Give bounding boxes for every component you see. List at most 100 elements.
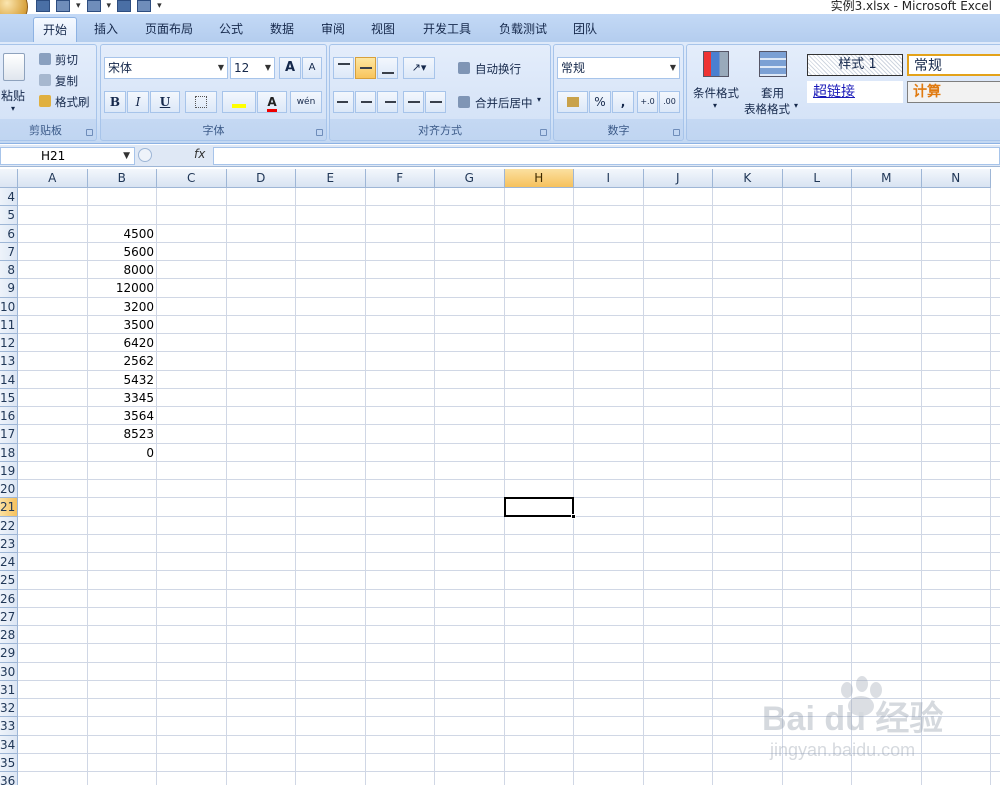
row-header-24[interactable]: 24 xyxy=(0,553,18,572)
column-header-k[interactable]: K xyxy=(713,169,783,188)
column-header-c[interactable]: C xyxy=(157,169,227,188)
decrease-decimal-button[interactable]: .00 xyxy=(659,91,680,113)
quick-print-icon[interactable] xyxy=(137,0,152,12)
row-header-31[interactable]: 31 xyxy=(0,680,18,699)
column-header-h[interactable]: H xyxy=(504,169,574,188)
row-header-34[interactable]: 34 xyxy=(0,735,18,754)
row-header-7[interactable]: 7 xyxy=(0,242,18,261)
column-header-a[interactable]: A xyxy=(18,169,88,188)
print-preview-icon[interactable] xyxy=(117,0,132,12)
row-header-17[interactable]: 17 xyxy=(0,425,18,444)
tab-page-layout[interactable]: 页面布局 xyxy=(137,17,201,42)
underline-button[interactable]: U xyxy=(150,91,180,113)
wrap-text-button[interactable]: 自动换行 xyxy=(475,61,521,77)
row-header-5[interactable]: 5 xyxy=(0,206,18,225)
font-color-button[interactable]: A xyxy=(257,91,287,113)
row-header-23[interactable]: 23 xyxy=(0,534,18,553)
row-header-22[interactable]: 22 xyxy=(0,516,18,535)
tab-insert[interactable]: 插入 xyxy=(85,17,127,42)
cell-b10[interactable]: 3200 xyxy=(88,298,154,316)
save-icon[interactable] xyxy=(36,0,50,12)
column-header-d[interactable]: D xyxy=(226,169,296,188)
orientation-button[interactable]: ↗▾ xyxy=(403,57,435,79)
phonetic-button[interactable]: wén xyxy=(290,91,322,113)
cell-b17[interactable]: 8523 xyxy=(88,425,154,443)
hyperlink-style-cell[interactable]: 超链接 xyxy=(807,81,903,103)
comma-button[interactable]: , xyxy=(612,91,634,113)
borders-button[interactable] xyxy=(185,91,217,113)
row-header-18[interactable]: 18 xyxy=(0,443,18,462)
row-header-11[interactable]: 11 xyxy=(0,315,18,334)
column-header-n[interactable]: N xyxy=(921,169,991,188)
tab-developer[interactable]: 开发工具 xyxy=(413,17,481,42)
row-header-36[interactable]: 36 xyxy=(0,772,18,785)
number-format-select[interactable]: 常规 ▼ xyxy=(557,57,680,79)
active-cell-highlight[interactable] xyxy=(503,497,574,517)
font-name-select[interactable]: 宋体 ▼ xyxy=(104,57,228,79)
align-left-button[interactable] xyxy=(333,91,354,113)
conditional-format-button[interactable]: 条件格式 ▾ xyxy=(689,49,745,115)
format-painter-icon[interactable] xyxy=(39,95,51,107)
normal-style-cell[interactable]: 常规 xyxy=(907,54,1000,76)
row-header-13[interactable]: 13 xyxy=(0,352,18,371)
clipboard-dialog-launcher[interactable] xyxy=(86,129,93,136)
row-header-9[interactable]: 9 xyxy=(0,279,18,298)
row-header-25[interactable]: 25 xyxy=(0,571,18,590)
font-dialog-launcher[interactable] xyxy=(316,129,323,136)
tab-team[interactable]: 团队 xyxy=(564,17,606,42)
name-box[interactable]: H21 ▼ xyxy=(0,147,135,165)
column-header-i[interactable]: I xyxy=(574,169,644,188)
redo-dropdown-icon[interactable]: ▾ xyxy=(107,1,112,11)
currency-button[interactable] xyxy=(557,91,588,113)
tab-view[interactable]: 视图 xyxy=(362,17,404,42)
shrink-font-button[interactable]: A xyxy=(302,57,322,79)
copy-button[interactable]: 复制 xyxy=(55,73,78,89)
align-top-button[interactable] xyxy=(333,57,354,79)
row-header-21[interactable]: 21 xyxy=(0,498,18,517)
fill-color-button[interactable] xyxy=(222,91,256,113)
row-header-35[interactable]: 35 xyxy=(0,753,18,772)
cut-button[interactable]: 剪切 xyxy=(55,52,78,68)
merge-dropdown-icon[interactable]: ▾ xyxy=(537,95,541,104)
cell-b12[interactable]: 6420 xyxy=(88,334,154,352)
percent-button[interactable]: % xyxy=(589,91,611,113)
align-bottom-button[interactable] xyxy=(377,57,398,79)
cell-b8[interactable]: 8000 xyxy=(88,261,154,279)
column-header-g[interactable]: G xyxy=(435,169,505,188)
align-right-button[interactable] xyxy=(377,91,398,113)
number-dialog-launcher[interactable] xyxy=(673,129,680,136)
row-header-12[interactable]: 12 xyxy=(0,334,18,353)
row-header-26[interactable]: 26 xyxy=(0,589,18,608)
copy-icon[interactable] xyxy=(39,74,51,86)
merge-center-icon[interactable] xyxy=(458,96,470,108)
row-header-27[interactable]: 27 xyxy=(0,607,18,626)
cell-b15[interactable]: 3345 xyxy=(88,389,154,407)
row-header-33[interactable]: 33 xyxy=(0,717,18,736)
row-header-30[interactable]: 30 xyxy=(0,662,18,681)
cell-b14[interactable]: 5432 xyxy=(88,371,154,389)
cell-b18[interactable]: 0 xyxy=(88,444,154,462)
cell-b6[interactable]: 4500 xyxy=(88,225,154,243)
column-header-j[interactable]: J xyxy=(643,169,713,188)
cell-b16[interactable]: 3564 xyxy=(88,407,154,425)
cell-b9[interactable]: 12000 xyxy=(88,279,154,297)
tab-data[interactable]: 数据 xyxy=(261,17,303,42)
cut-icon[interactable] xyxy=(39,53,51,65)
paste-button[interactable]: 粘贴 ▾ xyxy=(1,49,27,113)
alignment-dialog-launcher[interactable] xyxy=(540,129,547,136)
row-header-19[interactable]: 19 xyxy=(0,461,18,480)
align-middle-button[interactable] xyxy=(355,57,376,79)
row-header-32[interactable]: 32 xyxy=(0,699,18,718)
undo-icon[interactable] xyxy=(56,0,70,12)
row-header-10[interactable]: 10 xyxy=(0,297,18,316)
row-header-29[interactable]: 29 xyxy=(0,644,18,663)
column-header-l[interactable]: L xyxy=(782,169,852,188)
grow-font-button[interactable]: A xyxy=(279,57,301,79)
font-size-select[interactable]: 12 ▼ xyxy=(230,57,275,79)
style-1-cell[interactable]: 样式 1 xyxy=(807,54,903,76)
cell-b11[interactable]: 3500 xyxy=(88,316,154,334)
formula-bar-handle-icon[interactable] xyxy=(138,148,152,162)
cell-b13[interactable]: 2562 xyxy=(88,352,154,370)
bold-button[interactable]: B xyxy=(104,91,126,113)
column-header-f[interactable]: F xyxy=(365,169,435,188)
